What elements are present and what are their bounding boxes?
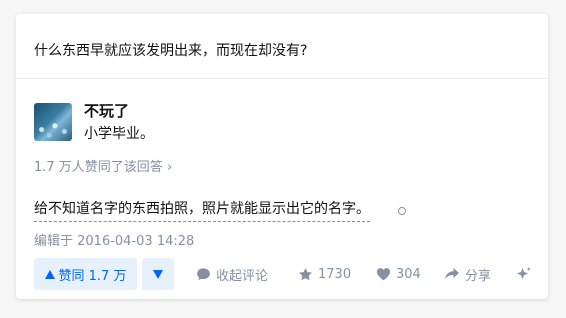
share-arrow-icon [445, 268, 459, 280]
share-label: 分享 [465, 268, 492, 284]
favorite-button[interactable]: 1730 [298, 258, 351, 290]
edited-time: 编辑于 2016-04-03 14:28 [34, 234, 195, 249]
divider [16, 78, 548, 79]
comment-label: 收起评论 [216, 268, 269, 284]
vote-up-button[interactable]: 赞同 1.7 万 [34, 258, 137, 290]
answer-card: 什么东西早就应该发明出来，而现在却没有? 不玩了 小学毕业。 1.7 万人赞同了… [16, 14, 548, 299]
triangle-up-icon [44, 269, 55, 279]
like-button[interactable]: 304 [376, 258, 421, 290]
share-button[interactable]: 分享 [444, 258, 491, 290]
question-title[interactable]: 什么东西早就应该发明出来，而现在却没有? [34, 40, 307, 60]
star-icon [299, 267, 312, 280]
comment-marker-icon[interactable] [398, 207, 406, 215]
action-bar: 赞同 1.7 万 收起评论 1730 304 分享 [34, 258, 534, 290]
like-count: 304 [396, 266, 421, 282]
answer-content: 给不知道名字的东西拍照，照片就能显示出它的名字。 [34, 198, 370, 222]
comment-button[interactable]: 收起评论 [196, 258, 268, 290]
favorite-count: 1730 [318, 266, 352, 282]
more-button[interactable] [515, 258, 532, 290]
vote-down-button[interactable] [142, 258, 174, 290]
sparkle-icon [516, 266, 531, 279]
comment-icon [197, 267, 210, 280]
heart-icon [376, 268, 391, 281]
avatar[interactable] [34, 103, 72, 141]
triangle-down-icon [153, 269, 163, 279]
author-bio: 小学毕业。 [84, 126, 154, 142]
author-name[interactable]: 不玩了 [84, 100, 129, 121]
vote-up-label: 赞同 1.7 万 [58, 268, 127, 284]
voters-link[interactable]: 1.7 万人赞同了该回答 › [34, 156, 172, 175]
